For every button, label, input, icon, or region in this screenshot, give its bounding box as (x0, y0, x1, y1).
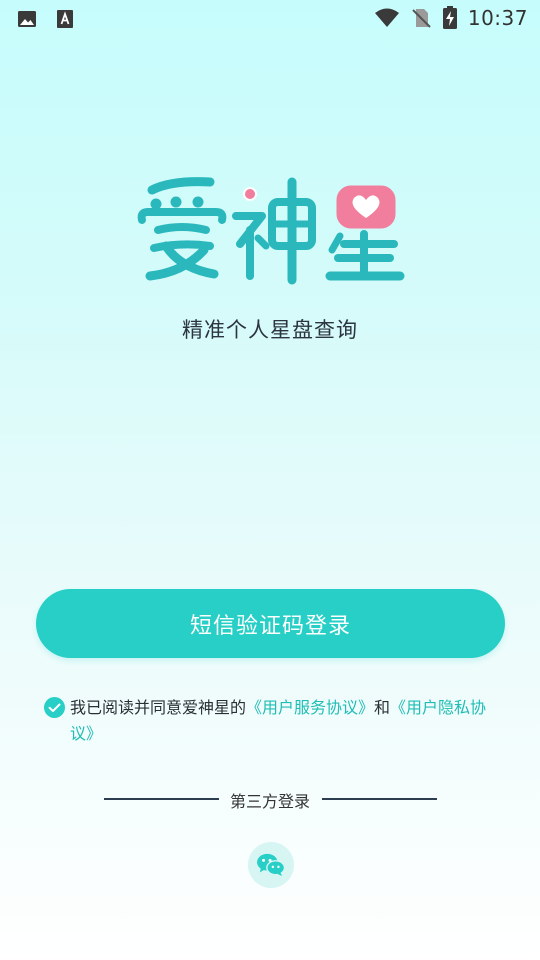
wechat-icon (257, 853, 286, 877)
agreement-joiner: 和 (374, 698, 391, 717)
divider-line-right (322, 798, 437, 800)
status-bar: 10:37 (0, 0, 540, 38)
sms-login-button-label: 短信验证码登录 (189, 613, 351, 639)
no-sim-icon (412, 9, 431, 28)
user-service-agreement-link[interactable]: 《用户服务协议》 (246, 698, 374, 717)
agreement-prefix: 我已阅读并同意爱神星的 (70, 698, 247, 717)
wifi-icon (374, 8, 399, 27)
image-icon (18, 11, 36, 27)
battery-charging-icon (442, 6, 457, 29)
checkbox-checked-icon[interactable] (44, 697, 65, 718)
third-party-divider: 第三方登录 (0, 788, 540, 811)
divider-line-left (104, 798, 219, 800)
app-logo (137, 177, 405, 285)
font-download-icon (57, 10, 73, 28)
wechat-login-button[interactable] (248, 842, 294, 888)
clock: 10:37 (467, 6, 528, 30)
third-party-label: 第三方登录 (229, 792, 310, 811)
sms-login-button[interactable]: 短信验证码登录 (36, 589, 505, 658)
tagline: 精准个人星盘查询 (182, 318, 358, 342)
agreement-text: 我已阅读并同意爱神星的《用户服务协议》和《用户隐私协议》 (70, 695, 500, 747)
